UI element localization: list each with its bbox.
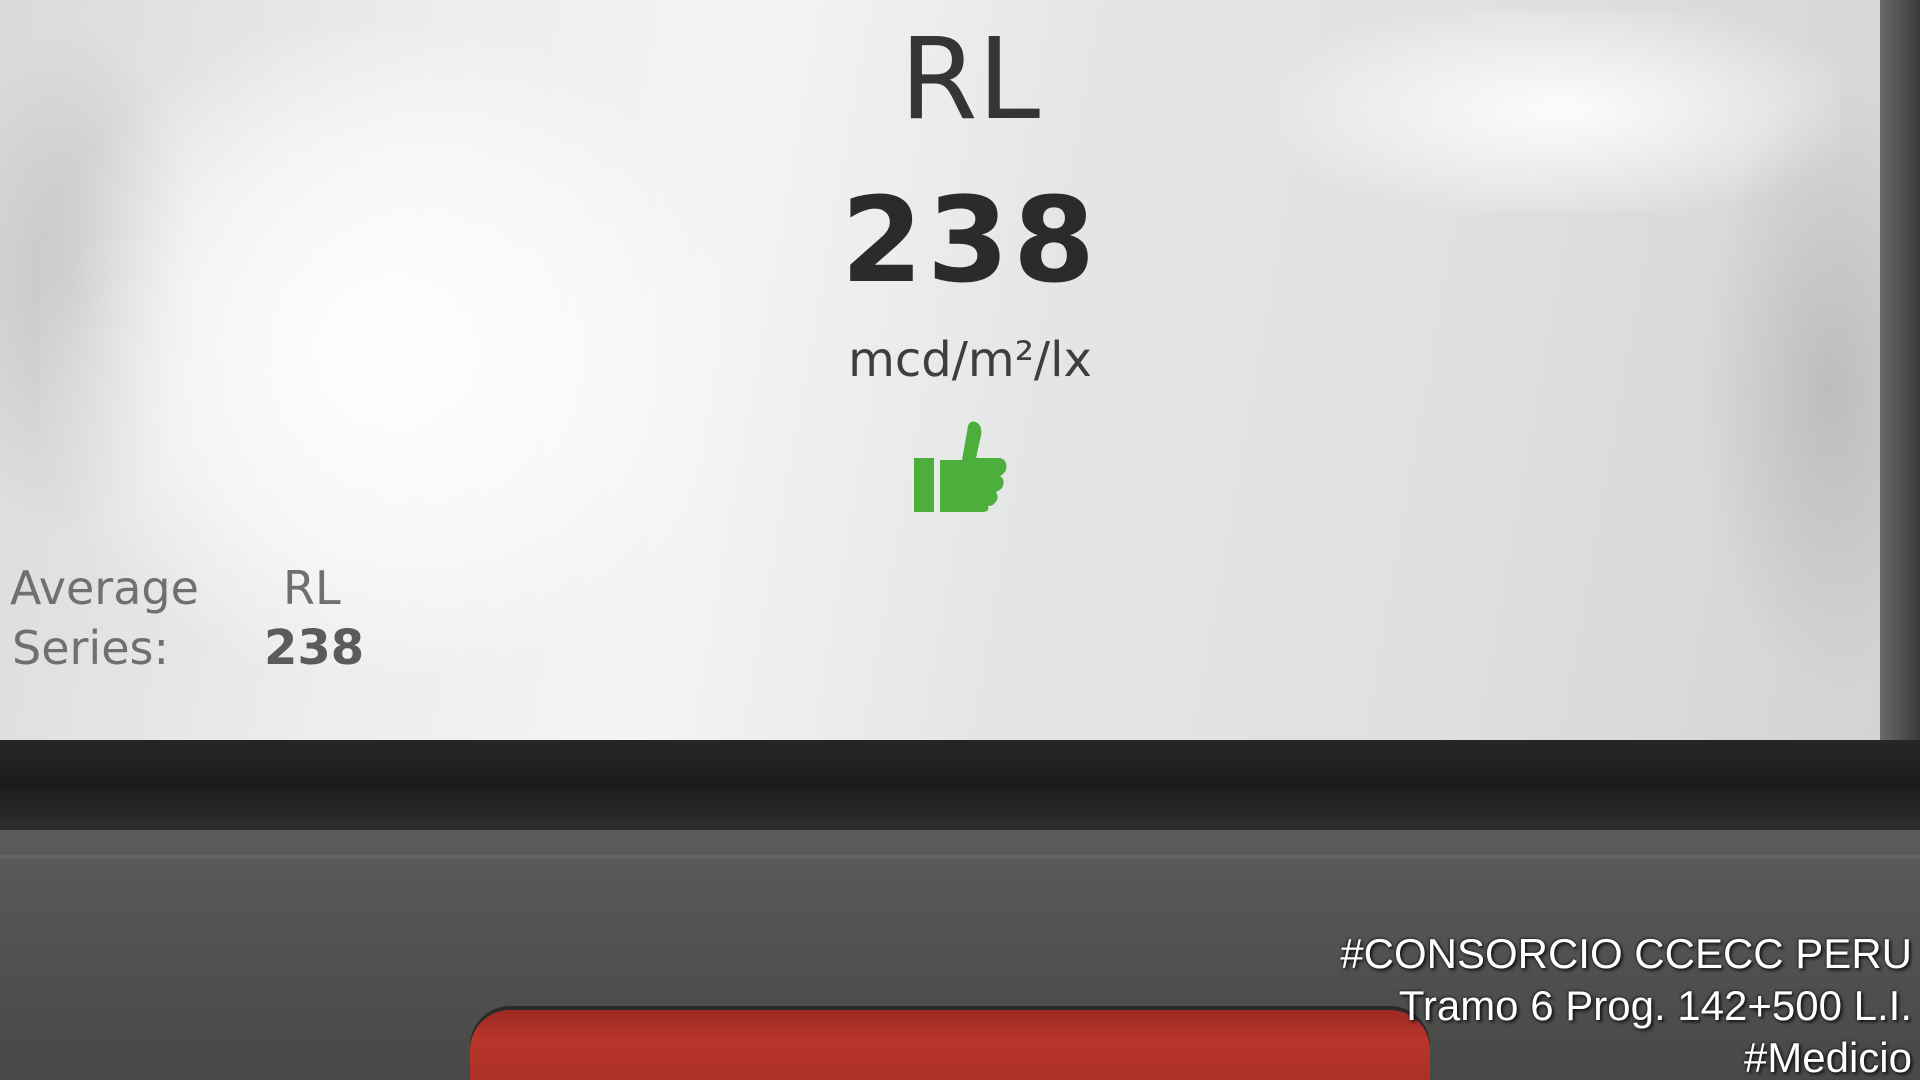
screen-bezel-bottom — [0, 740, 1920, 830]
screen-shadow-right — [1700, 80, 1890, 700]
watermark-line-2: Tramo 6 Prog. 142+500 L.I. — [1398, 982, 1912, 1029]
measurement-unit: mcd/m²/lx — [848, 332, 1092, 388]
measure-button[interactable] — [470, 1010, 1430, 1080]
housing-seam — [0, 855, 1920, 859]
parameter-label: RL — [899, 15, 1041, 145]
measurement-value: 238 — [840, 171, 1100, 309]
photo-watermark: #CONSORCIO CCECC PERU Tramo 6 Prog. 142+… — [1340, 928, 1912, 1080]
average-parameter-label: RL — [283, 561, 341, 615]
watermark-line-1: #CONSORCIO CCECC PERU — [1340, 930, 1912, 977]
screen-bezel-side — [1880, 0, 1920, 760]
thumbs-up-icon — [914, 421, 1007, 512]
average-series-value: 238 — [264, 620, 365, 676]
series-label: Series: — [12, 621, 169, 675]
average-label: Average — [10, 561, 199, 615]
device-photo: RL 238 mcd/m²/lx Average RL Series: 238 … — [0, 0, 1920, 1080]
watermark-line-3: #Medicio — [1743, 1034, 1912, 1080]
device-screen: RL 238 mcd/m²/lx Average RL Series: 238 — [0, 0, 1890, 752]
